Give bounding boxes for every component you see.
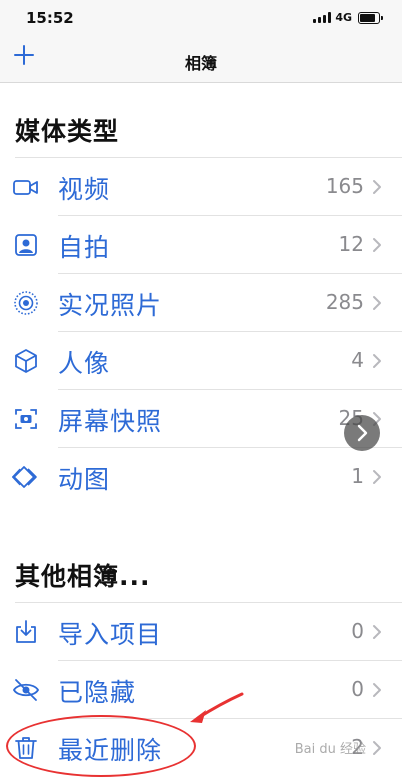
album-row-animated[interactable]: 动图 1 bbox=[0, 448, 402, 506]
album-count: 4 bbox=[351, 348, 364, 372]
animated-icon bbox=[12, 466, 37, 488]
chevron-right-icon bbox=[373, 683, 381, 697]
album-row-portrait[interactable]: 人像 4 bbox=[0, 332, 402, 390]
album-label: 屏幕快照 bbox=[58, 407, 163, 436]
portrait-cube-icon bbox=[15, 349, 37, 373]
album-count: 165 bbox=[325, 174, 364, 198]
album-label: 导入项目 bbox=[58, 620, 163, 649]
album-label: 动图 bbox=[58, 465, 111, 494]
chevron-right-icon bbox=[373, 296, 381, 310]
album-count: 0 bbox=[351, 619, 364, 643]
page-title: 相簿 bbox=[184, 54, 217, 73]
album-label: 人像 bbox=[58, 349, 111, 378]
status-indicators: 4G bbox=[313, 11, 383, 24]
chevron-right-icon bbox=[373, 238, 381, 252]
status-bar: 15:52 4G bbox=[0, 0, 402, 36]
album-count: 0 bbox=[351, 677, 364, 701]
album-row-live-photos[interactable]: 实况照片 285 bbox=[0, 274, 402, 332]
live-photo-icon bbox=[14, 291, 38, 315]
chevron-right-icon bbox=[373, 354, 381, 368]
album-row-imports[interactable]: 导入项目 0 bbox=[0, 603, 402, 661]
chevron-right-icon bbox=[373, 625, 381, 639]
status-time: 15:52 bbox=[26, 9, 74, 27]
album-row-screenshots[interactable]: 屏幕快照 25 bbox=[0, 390, 402, 448]
album-count: 285 bbox=[325, 290, 364, 314]
chevron-right-icon bbox=[357, 424, 368, 442]
chevron-right-icon bbox=[373, 180, 381, 194]
watermark: Bai du 经验 bbox=[294, 742, 366, 757]
album-count: 12 bbox=[338, 232, 364, 256]
chevron-right-icon bbox=[373, 470, 381, 484]
battery-icon bbox=[358, 11, 383, 24]
section-title-other-albums: 其他相簿... bbox=[15, 562, 151, 591]
album-row-videos[interactable]: 视频 165 bbox=[0, 158, 402, 216]
chevron-right-icon bbox=[373, 741, 381, 755]
selfie-portrait-icon bbox=[15, 234, 37, 256]
album-label: 实况照片 bbox=[58, 291, 163, 320]
network-type: 4G bbox=[335, 11, 352, 24]
screenshot-icon bbox=[15, 409, 37, 429]
signal-icon bbox=[313, 12, 332, 23]
album-label: 已隐藏 bbox=[58, 678, 137, 707]
section-title-media-types: 媒体类型 bbox=[15, 117, 120, 146]
scroll-next-button[interactable] bbox=[344, 415, 380, 451]
album-row-hidden[interactable]: 已隐藏 0 bbox=[0, 661, 402, 719]
hidden-eye-icon bbox=[12, 679, 40, 701]
import-icon bbox=[16, 620, 36, 643]
album-label: 最近删除 bbox=[58, 736, 163, 765]
album-count: 1 bbox=[351, 464, 364, 488]
album-label: 自拍 bbox=[58, 233, 111, 262]
trash-icon bbox=[15, 737, 37, 759]
video-icon bbox=[13, 180, 38, 195]
album-row-selfies[interactable]: 自拍 12 bbox=[0, 216, 402, 274]
navigation-bar: 相簿 bbox=[0, 36, 402, 83]
album-label: 视频 bbox=[58, 175, 111, 204]
